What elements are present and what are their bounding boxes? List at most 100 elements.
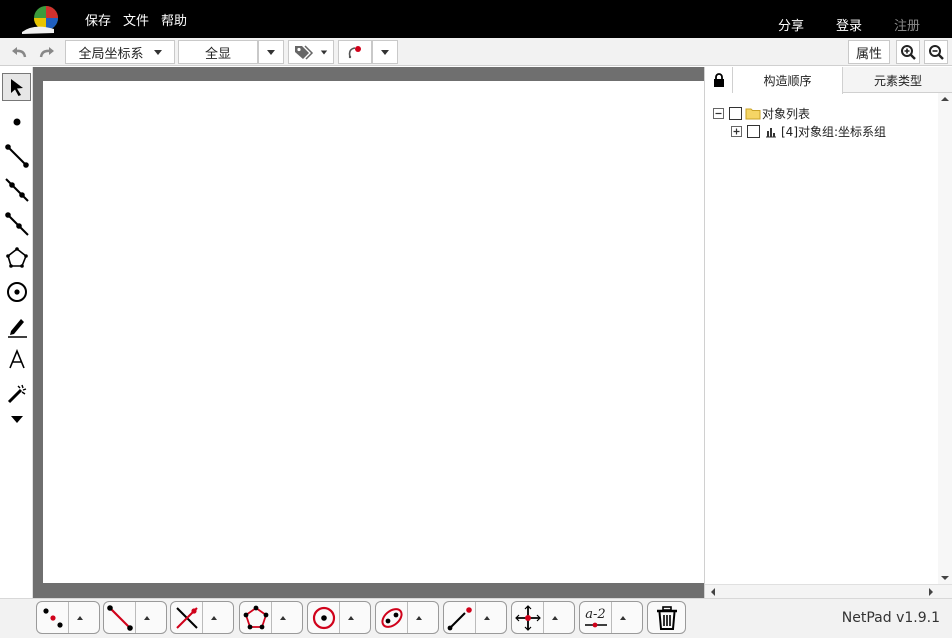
lock-button[interactable] (705, 67, 733, 93)
chart-icon (766, 127, 776, 137)
circle-tool-button[interactable] (308, 602, 340, 633)
tree-item-label[interactable]: [4]对象组:坐标系组 (781, 123, 886, 140)
scroll-left-icon[interactable] (707, 585, 719, 599)
scroll-up-icon[interactable] (938, 93, 952, 105)
point-tool-more[interactable] (69, 602, 91, 633)
coordinate-system-value: 全局坐标系 (78, 46, 144, 62)
polygon-icon (243, 605, 268, 629)
conic-tool-more[interactable] (408, 602, 430, 633)
line-tool[interactable] (2, 176, 31, 204)
line-icon (4, 178, 29, 202)
tree-root: 对象列表 (713, 105, 810, 122)
ray-point-tool-group[interactable] (443, 601, 507, 634)
expand-icon[interactable] (731, 126, 742, 137)
tab-construction-order[interactable]: 构造顺序 (733, 67, 843, 94)
intersection-tool-button[interactable] (171, 602, 203, 633)
polygon-tool-button[interactable] (240, 602, 272, 633)
undo-button[interactable] (6, 40, 32, 64)
point-style-dropdown[interactable] (372, 40, 398, 64)
intersection-tool-group[interactable] (170, 601, 234, 634)
menu-help[interactable]: 帮助 (161, 10, 187, 29)
scroll-right-icon[interactable] (925, 585, 937, 599)
view-dropdown[interactable]: 全显 (178, 40, 258, 64)
redo-icon (39, 47, 54, 58)
point-style-button[interactable] (338, 40, 372, 64)
ray-point-tool-more[interactable] (476, 602, 498, 633)
drawing-canvas[interactable] (43, 81, 704, 583)
pen-tool[interactable] (2, 312, 31, 340)
transform-icon (514, 604, 541, 631)
polygon-tool-group[interactable] (239, 601, 303, 634)
point-on-object-icon (447, 606, 472, 630)
delete-button[interactable] (648, 602, 685, 633)
chevron-up-icon (348, 615, 354, 620)
select-arrow-icon (10, 79, 23, 96)
segment-tool-button[interactable] (104, 602, 136, 633)
lock-icon (713, 73, 724, 87)
text-icon (8, 349, 25, 369)
intersection-tool-more[interactable] (203, 602, 225, 633)
transform-tool-button[interactable] (512, 602, 544, 633)
menu-save[interactable]: 保存 (85, 10, 111, 29)
left-tool-palette (0, 67, 33, 600)
measure-label: a-2 (585, 606, 606, 622)
point-tool-group[interactable] (36, 601, 100, 634)
panel-vertical-scrollbar[interactable] (938, 93, 952, 598)
panel-horizontal-scrollbar[interactable] (705, 584, 952, 598)
circle-icon (6, 282, 27, 302)
measure-tool-more[interactable] (612, 602, 634, 633)
circle-tool-more[interactable] (340, 602, 362, 633)
text-tool[interactable] (2, 346, 31, 374)
chevron-up-icon (144, 615, 150, 620)
more-tools-button[interactable] (2, 408, 31, 430)
menu-file[interactable]: 文件 (123, 10, 149, 29)
tree-item: [4]对象组:坐标系组 (731, 123, 886, 140)
point-tool[interactable] (2, 108, 31, 136)
object-panel: 构造顺序 元素类型 对象列表 [4]对象组:坐标系组 (704, 67, 952, 598)
item-checkbox[interactable] (747, 125, 760, 138)
polygon-tool-more[interactable] (272, 602, 294, 633)
netpad-logo[interactable] (20, 3, 64, 35)
tab-element-type[interactable]: 元素类型 (843, 67, 952, 93)
view-dropdown-toggle[interactable] (258, 40, 284, 64)
top-menu-bar: 保存 文件 帮助 分享 登录 注册 (0, 0, 952, 38)
scroll-down-icon[interactable] (938, 572, 952, 584)
circle-tool-group[interactable] (307, 601, 371, 634)
segment-tool[interactable] (2, 142, 31, 170)
magic-wand-tool[interactable] (2, 380, 31, 408)
delete-tool-group[interactable] (647, 601, 686, 634)
segment-tool-more[interactable] (136, 602, 158, 633)
measure-tool-group[interactable]: a-2 (579, 601, 643, 634)
ray-tool[interactable] (2, 210, 31, 238)
redo-button[interactable] (34, 40, 60, 64)
transform-tool-more[interactable] (544, 602, 566, 633)
properties-button[interactable]: 属性 (848, 40, 890, 64)
conic-tool-button[interactable] (376, 602, 408, 633)
transform-tool-group[interactable] (511, 601, 575, 634)
zoom-in-button[interactable] (896, 40, 920, 64)
select-tool[interactable] (2, 73, 31, 101)
tag-dropdown[interactable] (288, 40, 334, 64)
segment-tool-group[interactable] (103, 601, 167, 634)
conic-tool-group[interactable] (375, 601, 439, 634)
point-tool-button[interactable] (37, 602, 69, 633)
tree-root-label[interactable]: 对象列表 (762, 105, 810, 122)
point-icon (13, 118, 20, 126)
share-link[interactable]: 分享 (778, 15, 804, 34)
chevron-down-icon (320, 50, 328, 54)
ray-icon (4, 212, 29, 236)
coordinate-system-dropdown[interactable]: 全局坐标系 (65, 40, 175, 64)
circle-tool[interactable] (2, 278, 31, 306)
zoom-out-button[interactable] (924, 40, 948, 64)
pen-icon (7, 319, 27, 338)
polygon-tool[interactable] (2, 244, 31, 272)
zoom-out-icon (929, 45, 944, 60)
netpad-app: 保存 文件 帮助 分享 登录 注册 全局坐标系 全显 属性 构造顺序 元素类型 … (0, 0, 952, 638)
measure-tool-button[interactable]: a-2 (580, 602, 612, 633)
ray-point-tool-button[interactable] (444, 602, 476, 633)
root-checkbox[interactable] (729, 107, 742, 120)
register-link[interactable]: 注册 (894, 15, 920, 34)
login-link[interactable]: 登录 (836, 15, 862, 34)
collapse-icon[interactable] (713, 108, 724, 119)
points-icon (42, 607, 63, 628)
